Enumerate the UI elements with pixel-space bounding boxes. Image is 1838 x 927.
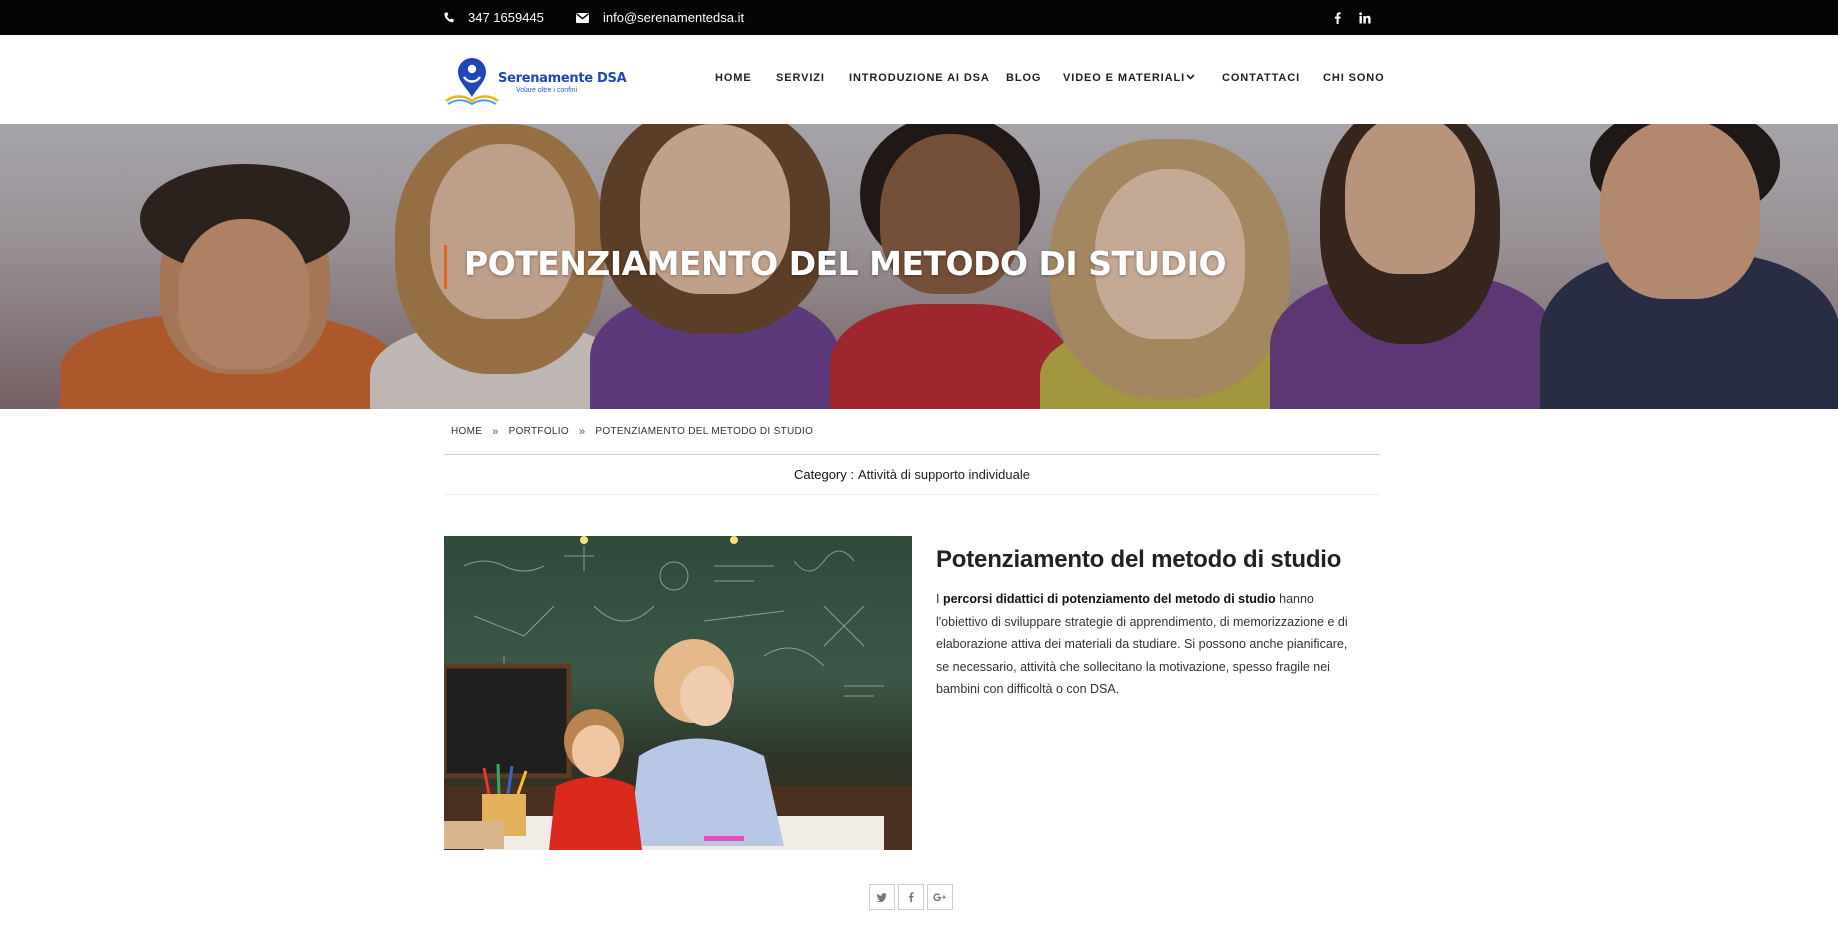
nav-item-video-e-materiali[interactable]: VIDEO E MATERIALI [1063,72,1185,84]
article-title: Potenziamento del metodo di studio [936,546,1342,573]
hero-title-accent [444,245,447,289]
email-address: info@serenamentedsa.it [603,10,745,25]
nav-item-blog[interactable]: BLOG [1006,72,1041,84]
phone-contact[interactable]: 347 1659445 [444,0,544,35]
twitter-share-icon [877,892,887,902]
top-bar: 347 1659445 info@serenamentedsa.it [0,0,1838,35]
nav-item-home[interactable]: HOME [715,72,752,84]
nav-item-chi-sono[interactable]: CHI SONO [1323,72,1385,84]
breadcrumb-separator: » [492,425,499,438]
linkedin-icon [1359,12,1371,24]
featured-image [444,536,912,850]
nav-item-servizi[interactable]: SERVIZI [776,72,825,84]
site-header: Serenamente DSA Volare oltre i confini H… [0,35,1838,124]
logo-tagline: Volare oltre i confini [516,87,578,94]
google-plus-share-button[interactable] [927,884,953,910]
phone-icon [444,12,454,23]
facebook-icon [1334,12,1341,24]
breadcrumb-item-current: POTENZIAMENTO DEL METODO DI STUDIO [595,426,814,437]
linkedin-link[interactable] [1356,3,1374,33]
breadcrumb-item-portfolio[interactable]: PORTFOLIO [509,426,569,437]
email-contact[interactable]: info@serenamentedsa.it [576,0,744,35]
category-label: Category : [794,467,854,482]
page-title: POTENZIAMENTO DEL METODO DI STUDIO [464,244,1227,283]
article-text: hanno l'obiettivo di sviluppare strategi… [936,592,1348,697]
category-row: Category : Attività di supporto individu… [444,455,1380,495]
breadcrumb-item-home[interactable]: HOME [451,426,482,437]
google-plus-share-icon [933,892,946,901]
twitter-share-button[interactable] [869,884,895,910]
facebook-share-icon [908,892,914,902]
breadcrumb-separator: » [578,425,586,438]
facebook-share-button[interactable] [898,884,924,910]
envelope-icon [576,12,589,23]
hero-banner: POTENZIAMENTO DEL METODO DI STUDIO [0,124,1838,409]
logo-mark-icon [445,58,499,105]
phone-number: 347 1659445 [468,10,544,25]
article-bold-text: percorsi didattici di potenziamento del … [942,592,1276,606]
facebook-link[interactable] [1328,3,1346,33]
nav-item-introduzione-ai-dsa[interactable]: INTRODUZIONE AI DSA [849,72,990,84]
chevron-down-icon[interactable] [1186,74,1195,80]
breadcrumb: HOME » PORTFOLIO » POTENZIAMENTO DEL MET… [444,409,1380,455]
chalkboard-drawing [444,536,912,850]
logo-text: Serenamente DSA [498,71,627,86]
site-logo[interactable]: Serenamente DSA Volare oltre i confini [444,57,627,105]
article-body: I percorsi didattici di potenziamento de… [936,588,1362,701]
nav-item-contattaci[interactable]: CONTATTACI [1222,72,1300,84]
article-intro: I [936,592,940,606]
category-link[interactable]: Attività di supporto individuale [858,467,1030,482]
